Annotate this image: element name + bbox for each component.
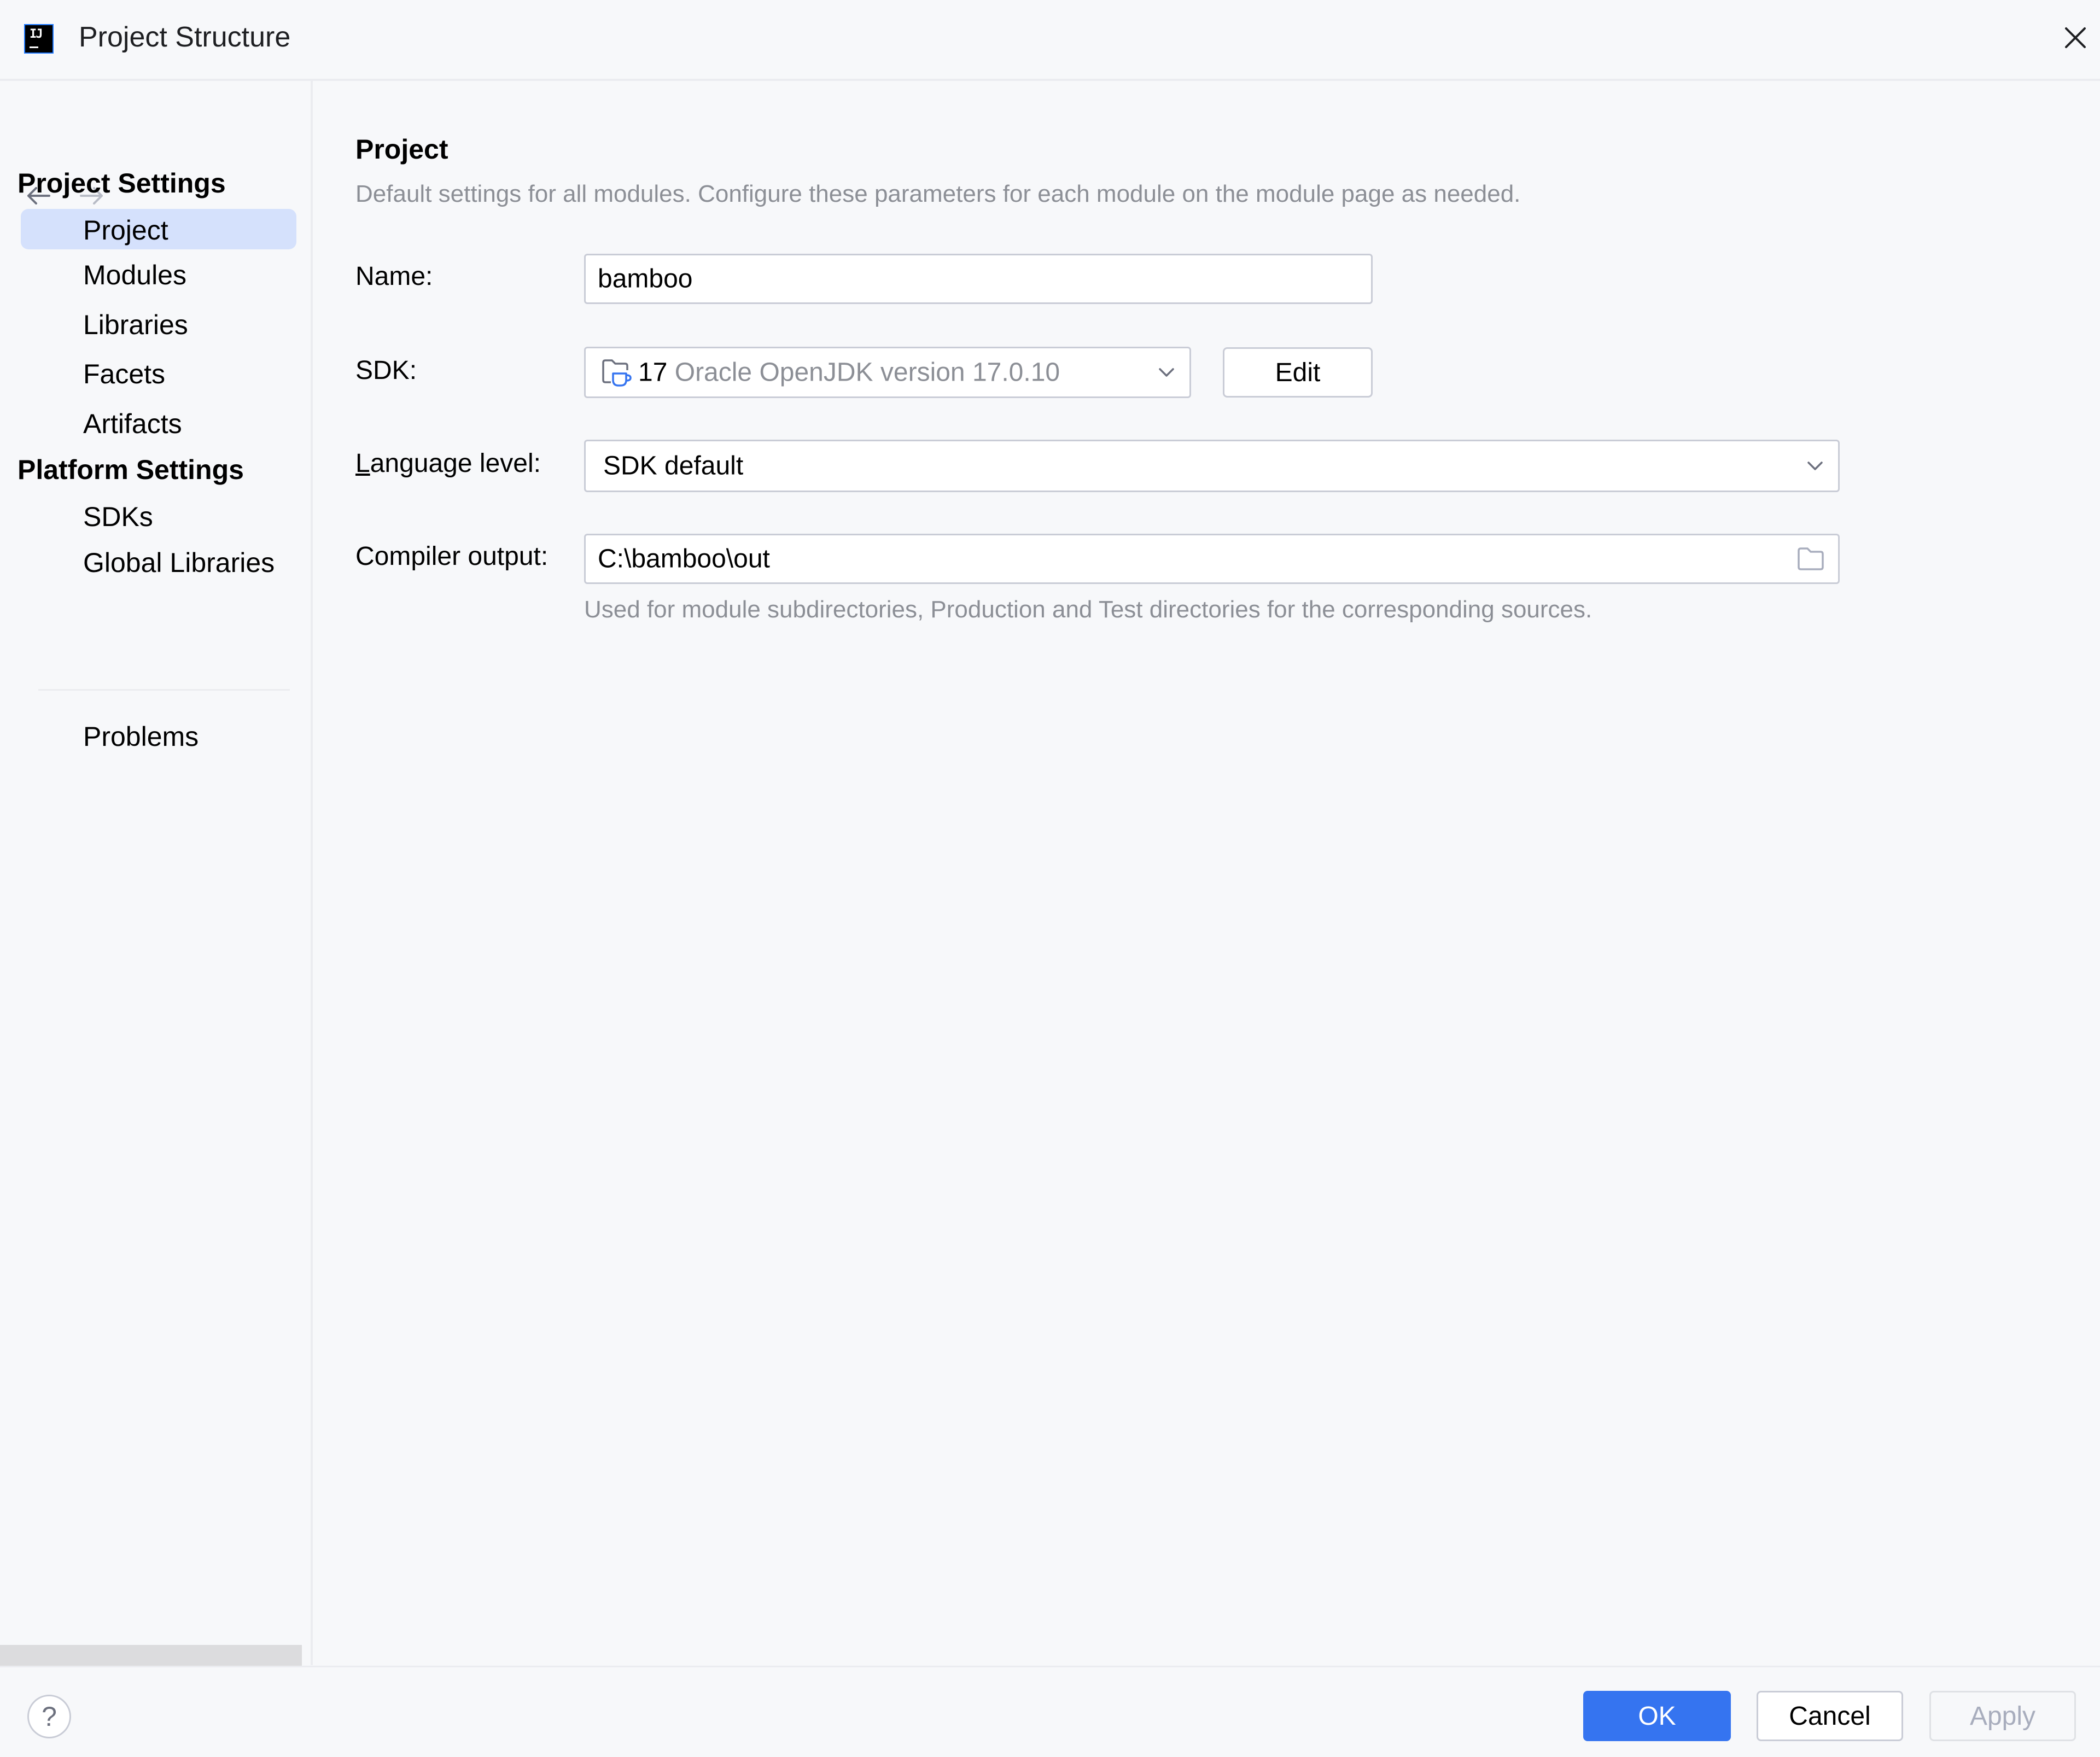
sidebar-item-facets[interactable]: Facets [21, 353, 296, 393]
sdk-dropdown[interactable]: 17 Oracle OpenJDK version 17.0.10 [584, 347, 1191, 398]
sidebar-item-label: Project [83, 215, 168, 246]
jdk-folder-icon [602, 359, 632, 387]
dialog-footer: ? OK Cancel Apply [0, 1666, 2100, 1757]
sidebar-item-label: Facets [83, 359, 166, 389]
sidebar-item-problems[interactable]: Problems [21, 715, 296, 756]
chevron-down-icon [1159, 368, 1174, 377]
sidebar-item-artifacts[interactable]: Artifacts [21, 402, 296, 443]
compiler-output-field[interactable]: C:\bamboo\out [584, 534, 1840, 584]
sidebar-item-label: SDKs [83, 501, 153, 532]
sidebar-item-project[interactable]: Project [21, 209, 296, 249]
name-field[interactable]: bamboo [584, 254, 1373, 304]
sdk-value: 17 Oracle OpenJDK version 17.0.10 [638, 358, 1060, 388]
name-label: Name: [355, 262, 433, 291]
section-title: Project [355, 134, 448, 165]
chevron-down-icon [1807, 462, 1823, 470]
help-icon[interactable]: ? [27, 1695, 71, 1738]
sidebar-item-sdks[interactable]: SDKs [21, 495, 296, 536]
sidebar-item-label: Libraries [83, 310, 188, 340]
sidebar-item-label: Modules [83, 260, 186, 290]
window-title: Project Structure [79, 21, 291, 53]
language-level-label: Language level: [355, 448, 541, 478]
cancel-button[interactable]: Cancel [1757, 1691, 1903, 1741]
language-level-dropdown[interactable]: SDK default [584, 440, 1840, 492]
sdk-version: 17 [638, 358, 668, 387]
group-header-project-settings: Project Settings [18, 168, 226, 199]
mnemonic-char: L [355, 449, 370, 478]
label-rest: anguage level: [370, 449, 541, 478]
ok-button[interactable]: OK [1583, 1691, 1731, 1741]
section-description: Default settings for all modules. Config… [355, 180, 1521, 207]
compiler-output-value: C:\bamboo\out [598, 544, 770, 574]
sdk-description: Oracle OpenJDK version 17.0.10 [674, 358, 1060, 387]
sidebar-item-label: Problems [83, 721, 199, 752]
folder-icon[interactable] [1795, 545, 1826, 573]
project-settings-panel: Project Default settings for all modules… [313, 81, 2100, 1665]
sdk-label: SDK: [355, 356, 417, 385]
intellij-idea-icon: IJ [24, 24, 54, 54]
sidebar-item-global-libraries[interactable]: Global Libraries [21, 541, 296, 582]
sidebar-item-label: Global Libraries [83, 547, 275, 578]
name-value: bamboo [598, 264, 693, 294]
compiler-output-hint: Used for module subdirectories, Producti… [584, 596, 1592, 623]
compiler-output-label: Compiler output: [355, 542, 549, 571]
title-bar: IJ Project Structure [0, 0, 2100, 81]
sidebar: Project Settings Project Modules Librari… [0, 81, 313, 1666]
sidebar-item-modules[interactable]: Modules [21, 254, 296, 294]
sdk-edit-button[interactable]: Edit [1223, 347, 1373, 398]
sidebar-separator [38, 689, 290, 691]
apply-button[interactable]: Apply [1929, 1691, 2076, 1741]
group-header-platform-settings: Platform Settings [18, 454, 244, 485]
language-level-value: SDK default [603, 451, 744, 481]
sidebar-horizontal-scrollbar[interactable] [0, 1645, 302, 1666]
close-icon[interactable] [2062, 24, 2089, 51]
sidebar-item-libraries[interactable]: Libraries [21, 303, 296, 344]
sidebar-item-label: Artifacts [83, 408, 182, 439]
